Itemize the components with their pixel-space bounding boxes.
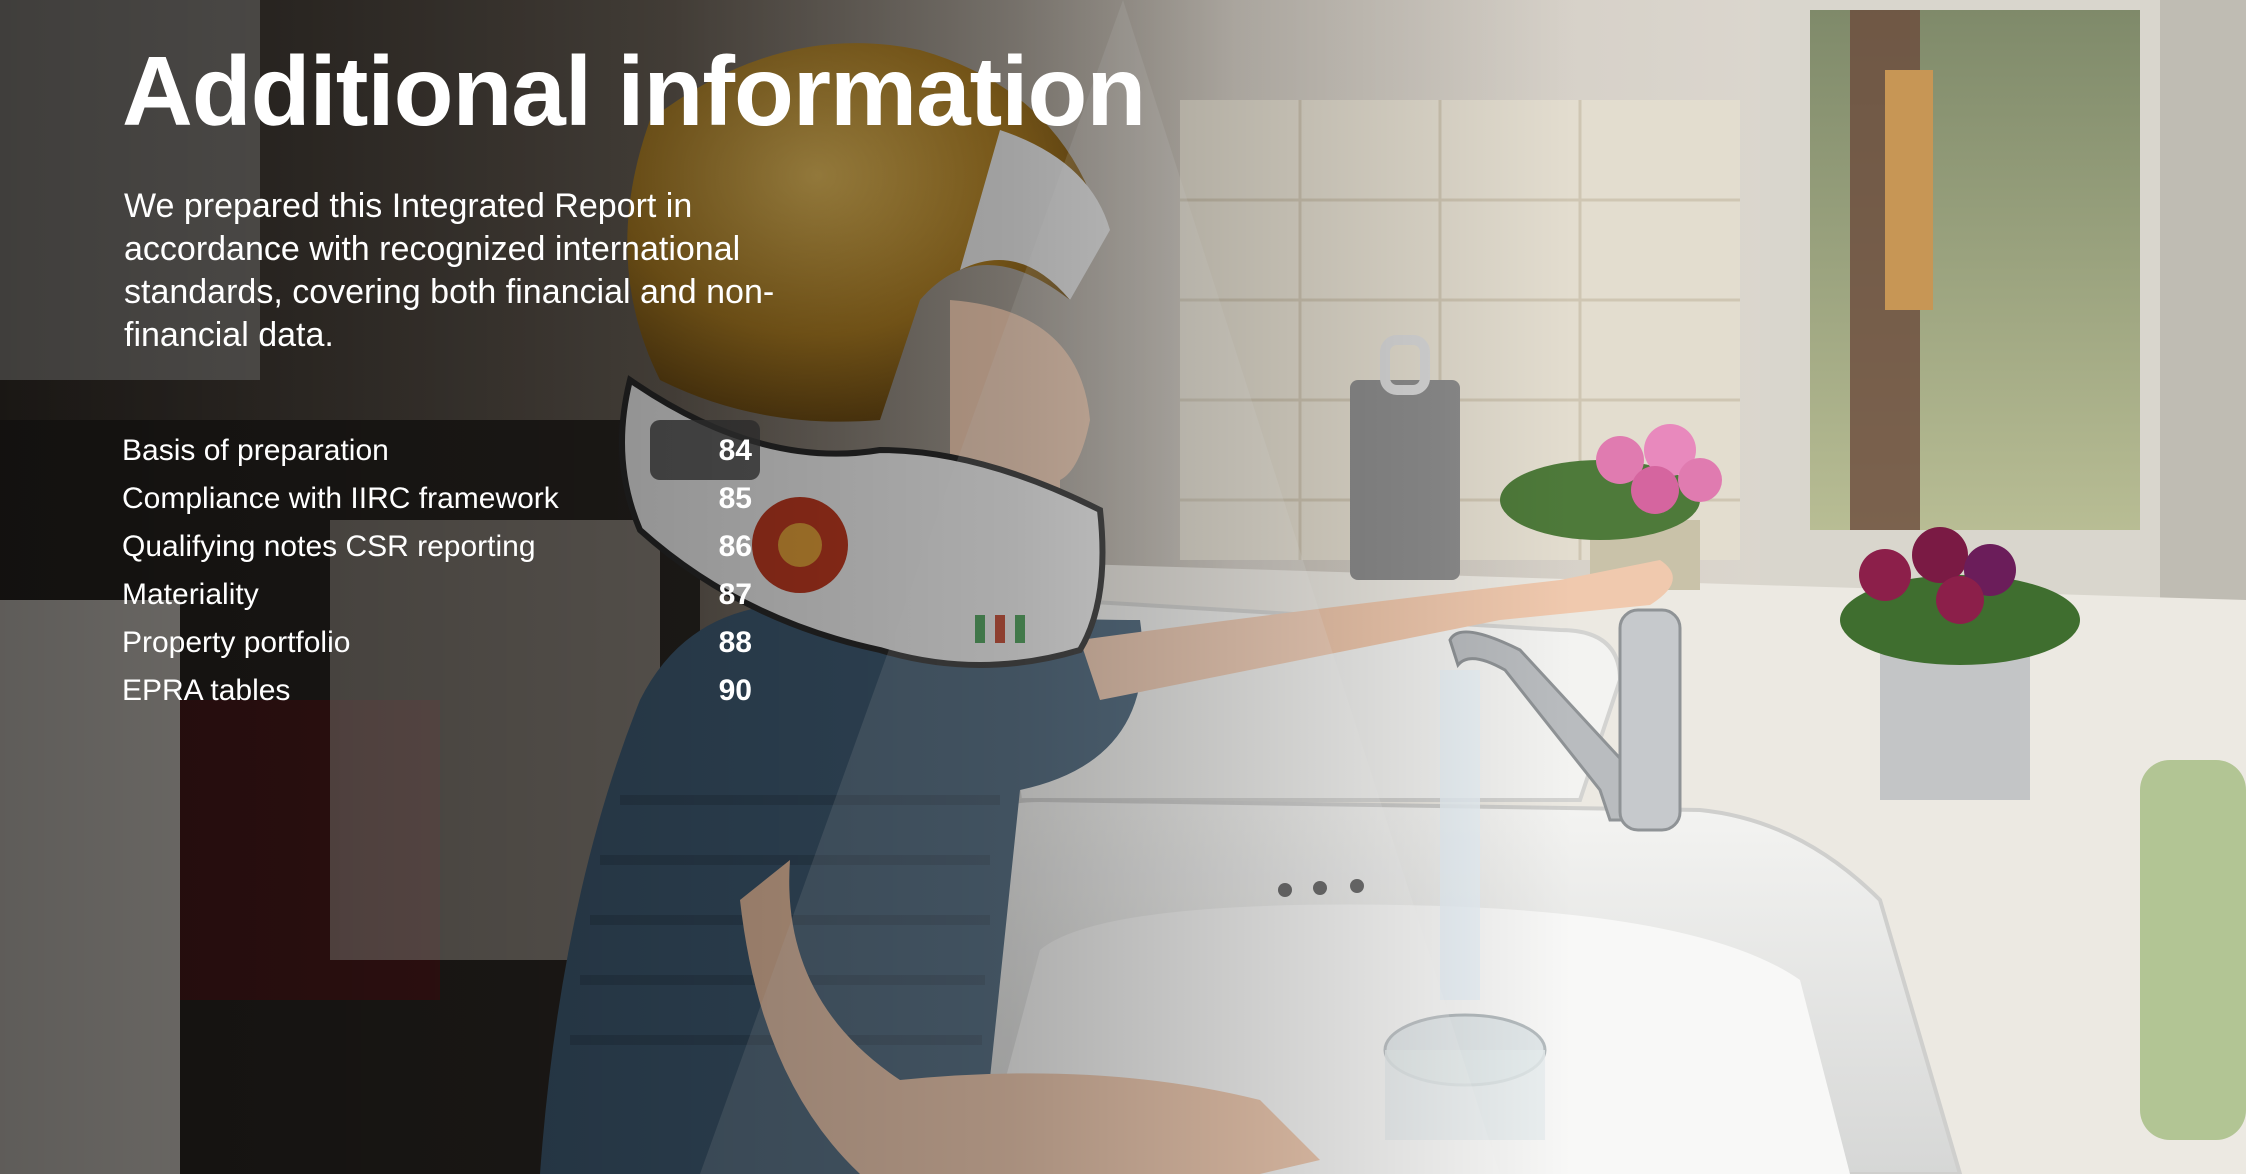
toc-item-label: Materiality (122, 577, 259, 611)
toc-item-page-number: 86 (718, 529, 752, 563)
toc-item-page-number: 85 (718, 481, 752, 515)
page-title: Additional information (122, 36, 1146, 146)
toc-item-page-number: 87 (718, 577, 752, 611)
toc-item-compliance-iirc[interactable]: Compliance with IIRC framework 85 (122, 475, 752, 523)
toc-item-page-number: 84 (718, 433, 752, 467)
toc-item-page-number: 88 (718, 625, 752, 659)
toc-item-label: Qualifying notes CSR reporting (122, 529, 536, 563)
intro-paragraph: We prepared this Integrated Report in ac… (124, 186, 775, 354)
toc-item-page-number: 90 (718, 673, 752, 707)
toc-item-label: Property portfolio (122, 625, 351, 659)
toc-item-label: EPRA tables (122, 673, 291, 707)
table-of-contents: Basis of preparation 84 Compliance with … (122, 427, 752, 715)
toc-item-label: Compliance with IIRC framework (122, 481, 559, 515)
toc-item-basis-of-preparation[interactable]: Basis of preparation 84 (122, 427, 752, 475)
toc-item-materiality[interactable]: Materiality 87 (122, 571, 752, 619)
report-page: Additional information We prepared this … (0, 0, 2246, 1174)
toc-item-label: Basis of preparation (122, 433, 389, 467)
content-block: Additional information We prepared this … (122, 40, 1222, 715)
toc-item-property-portfolio[interactable]: Property portfolio 88 (122, 619, 752, 667)
toc-item-epra-tables[interactable]: EPRA tables 90 (122, 667, 752, 715)
toc-item-qualifying-notes[interactable]: Qualifying notes CSR reporting 86 (122, 523, 752, 571)
